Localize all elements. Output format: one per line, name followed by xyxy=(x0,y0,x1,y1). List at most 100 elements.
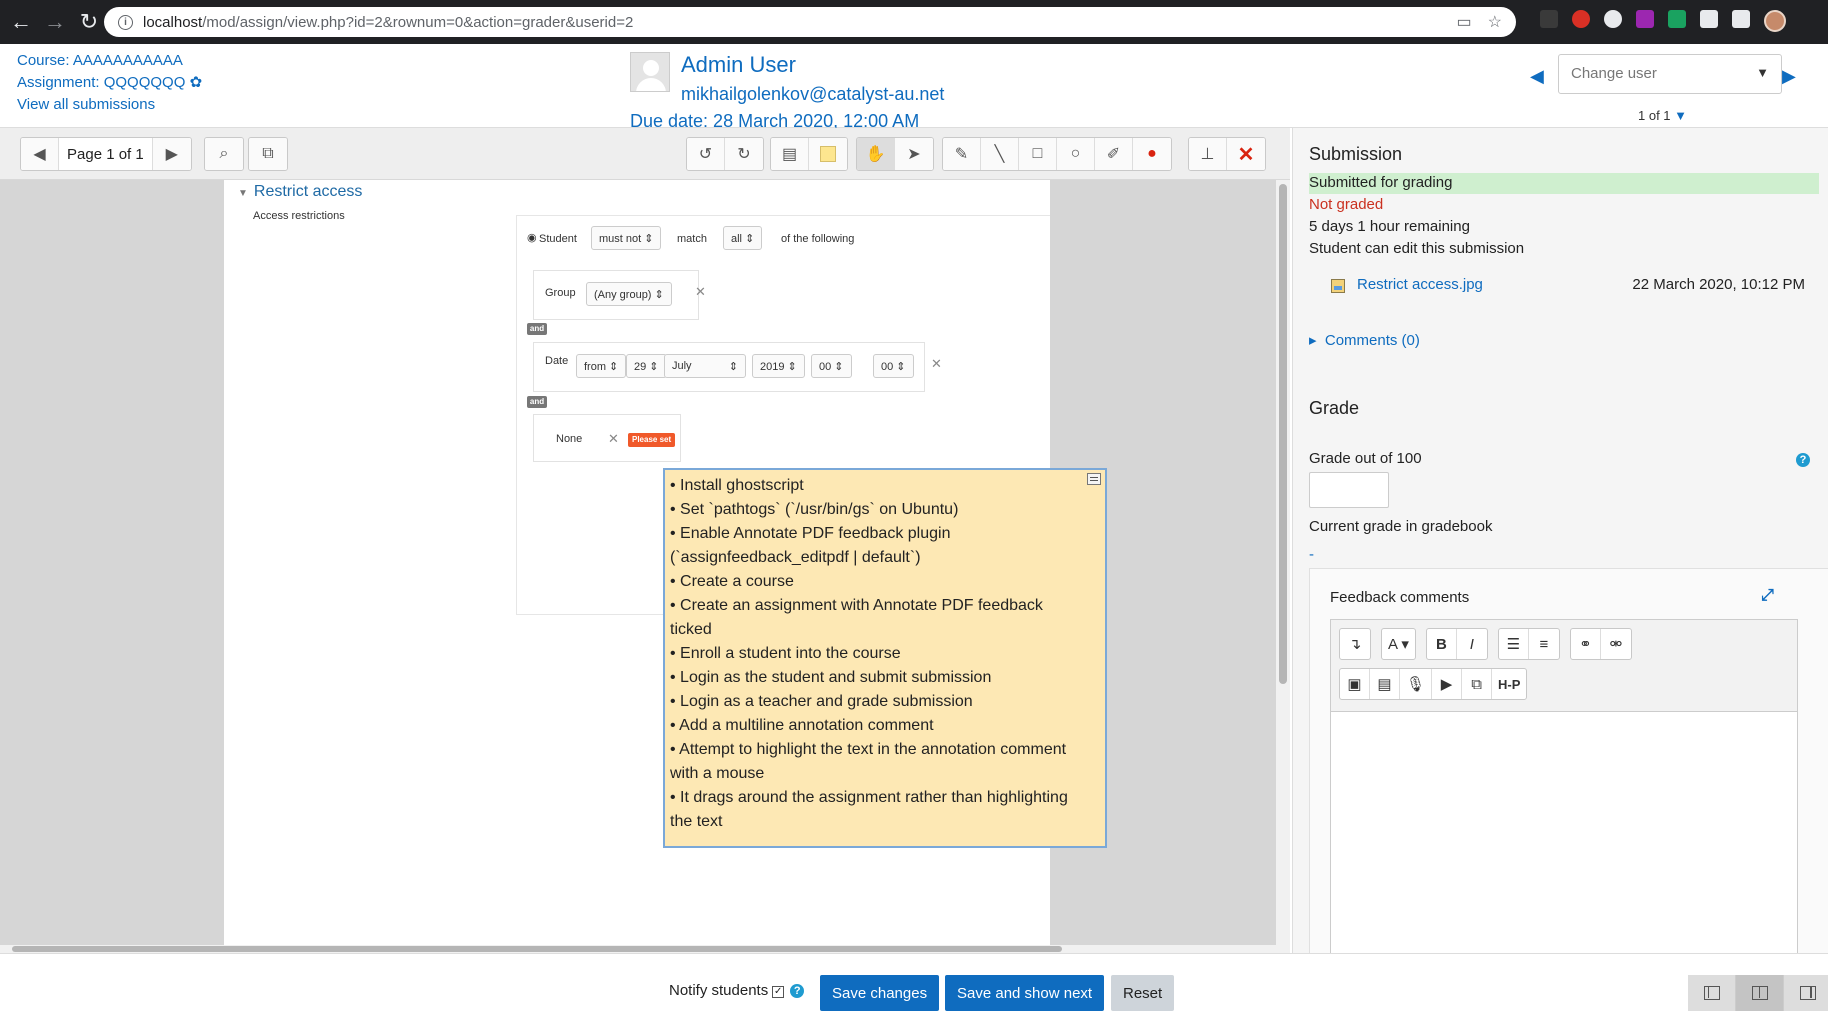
line-tool-icon[interactable]: ╲ xyxy=(981,138,1019,170)
annotation-line[interactable]: with a mouse xyxy=(670,762,1100,786)
back-icon[interactable]: ← xyxy=(8,9,34,35)
save-changes-button[interactable]: Save changes xyxy=(820,975,940,1011)
next-user-icon[interactable]: ▶ xyxy=(1782,66,1796,87)
bold-icon[interactable]: B xyxy=(1427,629,1457,659)
italic-icon[interactable]: I xyxy=(1457,629,1487,659)
annotation-line[interactable]: (`assignfeedback_editpdf | default`) xyxy=(670,546,1100,570)
rotate-left-icon[interactable]: ↺ xyxy=(687,138,725,170)
comments-toggle[interactable]: ▸ Comments (0) xyxy=(1309,331,1420,349)
default-layout-button[interactable] xyxy=(1736,975,1784,1011)
rotate-right-icon[interactable]: ↻ xyxy=(725,138,763,170)
previous-page-button[interactable]: ◀ xyxy=(21,138,59,170)
link-icon[interactable]: ⚭ xyxy=(1571,629,1601,659)
submission-status: Submitted for grading xyxy=(1309,173,1819,194)
collapse-review-panel-button[interactable] xyxy=(1784,975,1828,1011)
annotation-line[interactable]: • Attempt to highlight the text in the a… xyxy=(670,738,1100,762)
submission-file-link[interactable]: Restrict access.jpg xyxy=(1357,276,1483,293)
stamp-tool-icon[interactable]: ⊥ xyxy=(1189,138,1227,170)
insert-media-icon[interactable]: ▤ xyxy=(1370,669,1400,699)
record-audio-icon[interactable]: 🎙 xyxy=(1400,669,1433,699)
bookmark-star-icon[interactable]: ☆ xyxy=(1488,12,1502,32)
media-icon[interactable] xyxy=(1732,10,1750,28)
vertical-scrollbar[interactable] xyxy=(1276,180,1290,953)
previous-user-icon[interactable]: ◀ xyxy=(1530,66,1544,87)
annotation-line[interactable]: • Login as a teacher and grade submissio… xyxy=(670,690,1100,714)
color-drop-icon[interactable]: ● xyxy=(1133,138,1171,170)
unordered-list-icon[interactable]: ☰ xyxy=(1499,629,1529,659)
fullscreen-expand-icon[interactable]: ⤢ xyxy=(1761,587,1774,605)
pdf-editor-area[interactable]: ▼ Restrict access Access restrictions ◉ S… xyxy=(0,180,1290,953)
course-link[interactable]: Course: AAAAAAAAAAA xyxy=(17,50,202,72)
annotation-line[interactable]: • It drags around the assignment rather … xyxy=(670,786,1100,810)
annotation-line[interactable]: • Create a course xyxy=(670,570,1100,594)
grade-input[interactable] xyxy=(1309,472,1389,508)
annotation-line[interactable]: • Create an assignment with Annotate PDF… xyxy=(670,594,1100,618)
address-bar[interactable]: i localhost/mod/assign/view.php?id=2&row… xyxy=(104,7,1516,37)
comment-tool-icon[interactable]: ▤ xyxy=(771,138,809,170)
notify-students-checkbox[interactable]: ✓ xyxy=(772,986,785,998)
oval-tool-icon[interactable]: ○ xyxy=(1057,138,1095,170)
profile-avatar[interactable] xyxy=(1764,10,1786,32)
site-info-icon[interactable]: i xyxy=(118,14,133,30)
assignment-link[interactable]: Assignment: QQQQQQQ ✿ xyxy=(17,72,202,94)
expand-view-icon[interactable]: ⧉ xyxy=(249,138,287,170)
current-grade-link[interactable]: - xyxy=(1309,546,1314,563)
extension-icon[interactable] xyxy=(1636,10,1654,28)
search-comments-icon[interactable]: ⌕ xyxy=(205,138,243,170)
gear-icon[interactable]: ✿ xyxy=(190,74,203,91)
help-icon[interactable]: ? xyxy=(1796,453,1810,467)
ordered-list-icon[interactable]: ≡ xyxy=(1529,629,1559,659)
pan-hand-icon[interactable]: ✋ xyxy=(857,138,895,170)
change-user-select[interactable]: Change user ▼ xyxy=(1558,54,1782,94)
show-more-buttons-icon[interactable]: ↴ xyxy=(1340,629,1370,659)
extension-icon[interactable] xyxy=(1572,10,1590,28)
extension-icon[interactable] xyxy=(1540,10,1558,28)
user-name-link[interactable]: Admin User xyxy=(681,52,796,78)
forward-icon[interactable]: → xyxy=(42,9,68,35)
annotation-line[interactable]: • Enroll a student into the course xyxy=(670,642,1100,666)
vertical-scroll-thumb[interactable] xyxy=(1279,184,1287,684)
annotation-line[interactable]: • Set `pathtogs` (`/usr/bin/gs` on Ubunt… xyxy=(670,498,1100,522)
extension-icon[interactable] xyxy=(1700,10,1718,28)
feedback-text-area[interactable] xyxy=(1331,711,1797,953)
layout-left-icon xyxy=(1703,986,1720,1000)
collapse-grade-panel-button[interactable] xyxy=(1688,975,1736,1011)
annotation-line[interactable]: the text xyxy=(670,810,1100,834)
cast-icon[interactable]: ▭ xyxy=(1457,12,1472,32)
close-icon: ✕ xyxy=(608,431,619,446)
insert-image-icon[interactable]: ▣ xyxy=(1340,669,1370,699)
comment-menu-icon[interactable] xyxy=(1087,473,1101,485)
filter-icon[interactable]: ▼ xyxy=(1674,108,1687,123)
user-email-link[interactable]: mikhailgolenkov@catalyst-au.net xyxy=(681,84,944,105)
pdf-page[interactable]: ▼ Restrict access Access restrictions ◉ S… xyxy=(224,180,1107,945)
reset-button[interactable]: Reset xyxy=(1111,975,1175,1011)
annotation-line[interactable]: ticked xyxy=(670,618,1100,642)
manage-files-icon[interactable]: ⧉ xyxy=(1462,669,1493,699)
reload-icon[interactable]: ↻ xyxy=(76,9,102,35)
record-video-icon[interactable]: ▶ xyxy=(1432,669,1463,699)
delete-annotation-icon[interactable]: ✕ xyxy=(1227,138,1265,170)
annotation-line[interactable]: • Add a multiline annotation comment xyxy=(670,714,1100,738)
annotation-line[interactable]: • Login as the student and submit submis… xyxy=(670,666,1100,690)
annotation-comment[interactable]: • Install ghostscript • Set `pathtogs` (… xyxy=(663,468,1107,848)
rectangle-tool-icon[interactable]: □ xyxy=(1019,138,1057,170)
help-icon[interactable]: ? xyxy=(790,984,805,998)
comment-color-swatch[interactable] xyxy=(809,138,847,170)
horizontal-scroll-thumb[interactable] xyxy=(12,946,1062,952)
h5p-icon[interactable]: H-P xyxy=(1492,669,1526,699)
view-all-submissions-link[interactable]: View all submissions xyxy=(17,94,202,116)
annotation-line[interactable]: • Enable Annotate PDF feedback plugin xyxy=(670,522,1100,546)
unlink-icon[interactable]: ⚮ xyxy=(1601,629,1631,659)
paragraph-styles-icon[interactable]: A ▾ xyxy=(1382,629,1415,659)
url-text: localhost/mod/assign/view.php?id=2&rownu… xyxy=(143,14,633,31)
save-and-show-next-button[interactable]: Save and show next xyxy=(945,975,1105,1011)
highlight-tool-icon[interactable]: ✐ xyxy=(1095,138,1133,170)
horizontal-scrollbar[interactable] xyxy=(0,945,1276,953)
pen-tool-icon[interactable]: ✎ xyxy=(943,138,981,170)
select-pointer-icon[interactable]: ➤ xyxy=(895,138,933,170)
annotation-line[interactable]: • Install ghostscript xyxy=(670,474,1100,498)
next-page-button[interactable]: ▶ xyxy=(152,138,191,170)
extension-icon[interactable] xyxy=(1604,10,1622,28)
page-select[interactable]: Page 1 of 1 xyxy=(59,138,153,170)
extension-icon[interactable] xyxy=(1668,10,1686,28)
